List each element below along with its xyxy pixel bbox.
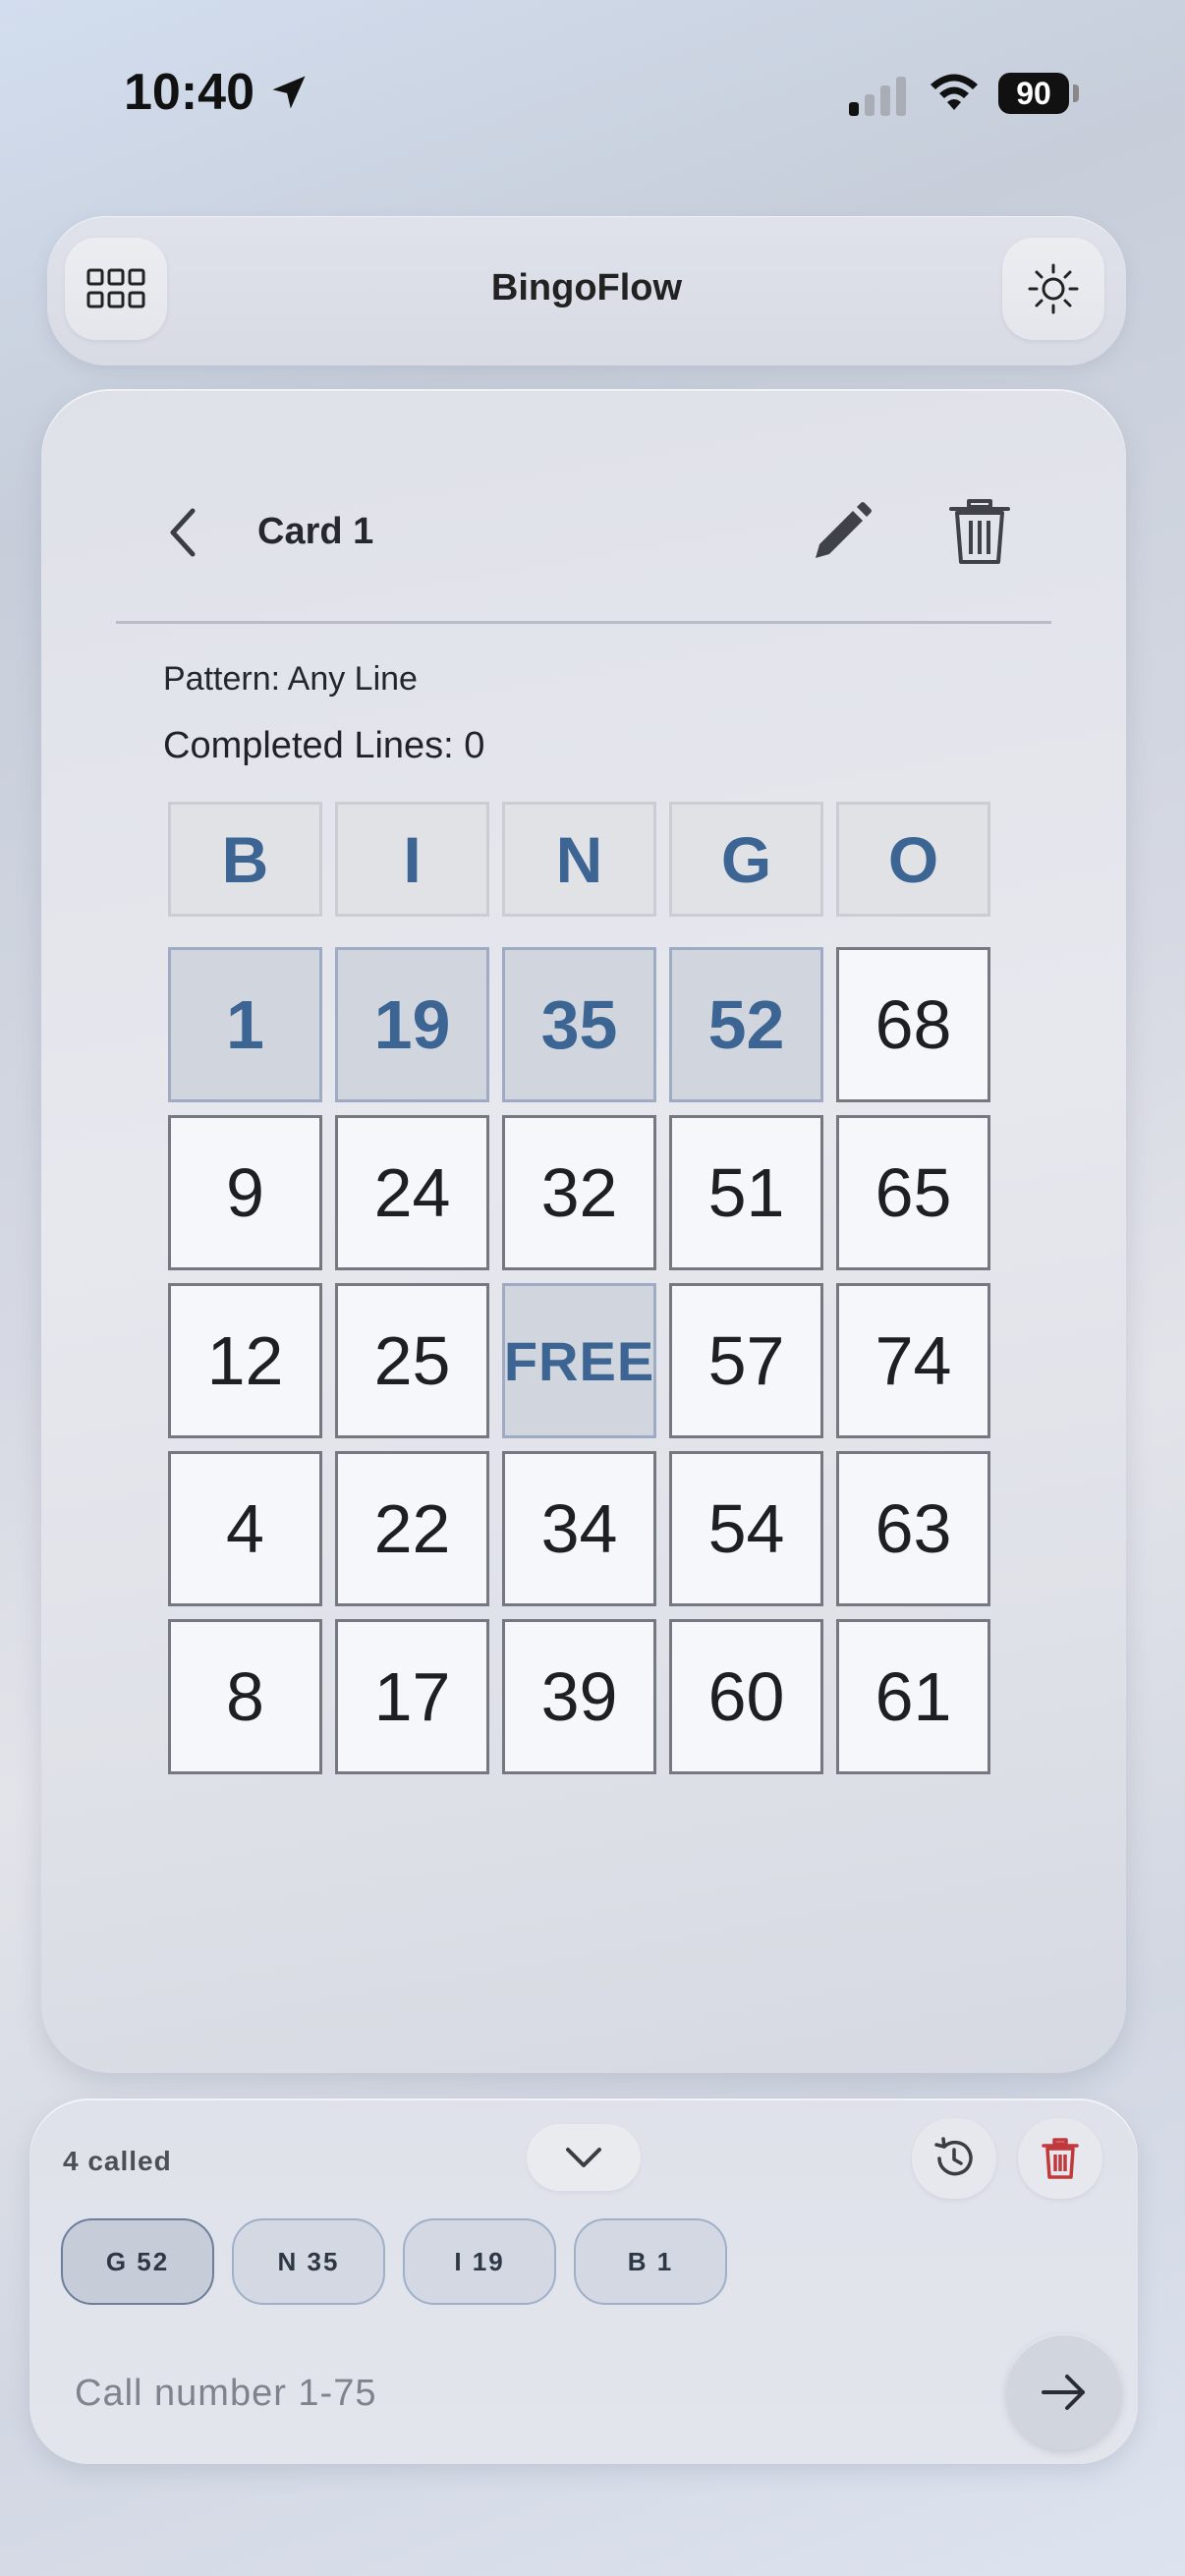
bingo-cell[interactable]: 65	[836, 1115, 990, 1270]
history-button[interactable]	[912, 2118, 996, 2199]
submit-call-button[interactable]	[1006, 2334, 1122, 2450]
column-header-o: O	[836, 802, 990, 917]
bingo-row: 9 24 32 51 65	[168, 1115, 998, 1270]
card-title: Card 1	[257, 511, 374, 552]
free-cell[interactable]: FREE	[502, 1283, 656, 1438]
sun-icon	[1028, 263, 1079, 314]
app-header: BingoFlow	[47, 216, 1126, 365]
bingo-cell[interactable]: 4	[168, 1451, 322, 1606]
column-header-b: B	[168, 802, 322, 917]
bingo-cell[interactable]: 63	[836, 1451, 990, 1606]
cellular-signal-icon	[849, 77, 906, 116]
bingo-cell[interactable]: 54	[669, 1451, 823, 1606]
called-number-chip[interactable]: I 19	[403, 2218, 556, 2305]
call-number-input[interactable]	[61, 2354, 945, 2433]
bingo-cell[interactable]: 39	[502, 1619, 656, 1774]
status-bar: 10:40 90	[0, 0, 1185, 187]
app-title: BingoFlow	[490, 267, 683, 308]
bingo-cell[interactable]: 35	[502, 947, 656, 1102]
back-chevron-icon[interactable]	[157, 503, 212, 562]
location-arrow-icon	[272, 76, 306, 109]
bingo-cell[interactable]: 17	[335, 1619, 489, 1774]
collapse-button[interactable]	[527, 2124, 641, 2191]
bingo-cell[interactable]: 19	[335, 947, 489, 1102]
column-header-i: I	[335, 802, 489, 917]
trash-icon[interactable]	[945, 493, 1014, 568]
bingo-cell[interactable]: 51	[669, 1115, 823, 1270]
column-header-g: G	[669, 802, 823, 917]
bingo-row: 1 19 35 52 68	[168, 947, 998, 1102]
completed-lines-label: Completed Lines: 0	[163, 725, 485, 766]
bingo-grid-body: 1 19 35 52 68 9 24 32 51 65 12 25 FREE 57 74 4 22 34 54 63 8…	[168, 947, 998, 1774]
bingo-cell[interactable]: 60	[669, 1619, 823, 1774]
card-divider	[116, 621, 1051, 624]
bingo-row: 4 22 34 54 63	[168, 1451, 998, 1606]
called-number-chip[interactable]: G 52	[61, 2218, 214, 2305]
called-count: 4 called	[63, 2146, 172, 2176]
battery-tip	[1073, 84, 1079, 102]
theme-toggle-button[interactable]	[1002, 238, 1104, 340]
bingo-cell[interactable]: 8	[168, 1619, 322, 1774]
bingo-header-row: B I N G O	[168, 802, 998, 917]
bingo-cell[interactable]: 1	[168, 947, 322, 1102]
status-time: 10:40	[124, 64, 254, 121]
bingo-cell[interactable]: 57	[669, 1283, 823, 1438]
called-number-chip[interactable]: N 35	[232, 2218, 385, 2305]
history-icon	[934, 2137, 973, 2176]
bingo-row: 12 25 FREE 57 74	[168, 1283, 998, 1438]
bingo-cell[interactable]: 52	[669, 947, 823, 1102]
wifi-icon	[931, 74, 978, 110]
bingo-cell[interactable]: 61	[836, 1619, 990, 1774]
bingo-cell[interactable]: 9	[168, 1115, 322, 1270]
bingo-cell[interactable]: 12	[168, 1283, 322, 1438]
bingo-cell[interactable]: 22	[335, 1451, 489, 1606]
bingo-grid: B I N G O 1 19 35 52 68 9 24 32 51 65 12 25 FREE 57 74…	[168, 802, 998, 1774]
arrow-right-icon	[1042, 2375, 1085, 2410]
bingo-cell[interactable]: 68	[836, 947, 990, 1102]
battery-indicator: 90	[998, 73, 1069, 114]
bingo-cell[interactable]: 24	[335, 1115, 489, 1270]
edit-pencil-icon[interactable]	[806, 499, 875, 568]
pattern-label: Pattern: Any Line	[163, 660, 418, 698]
column-header-n: N	[502, 802, 656, 917]
bingo-cell[interactable]: 32	[502, 1115, 656, 1270]
trash-icon	[1042, 2138, 1079, 2179]
called-number-chip[interactable]: B 1	[574, 2218, 727, 2305]
called-chips: G 52 N 35 I 19 B 1	[61, 2218, 727, 2305]
bingo-cell[interactable]: 25	[335, 1283, 489, 1438]
bingo-row: 8 17 39 60 61	[168, 1619, 998, 1774]
clear-called-button[interactable]	[1018, 2118, 1102, 2199]
chevron-down-icon	[566, 2148, 601, 2167]
bingo-cell[interactable]: 34	[502, 1451, 656, 1606]
bingo-cell[interactable]: 74	[836, 1283, 990, 1438]
